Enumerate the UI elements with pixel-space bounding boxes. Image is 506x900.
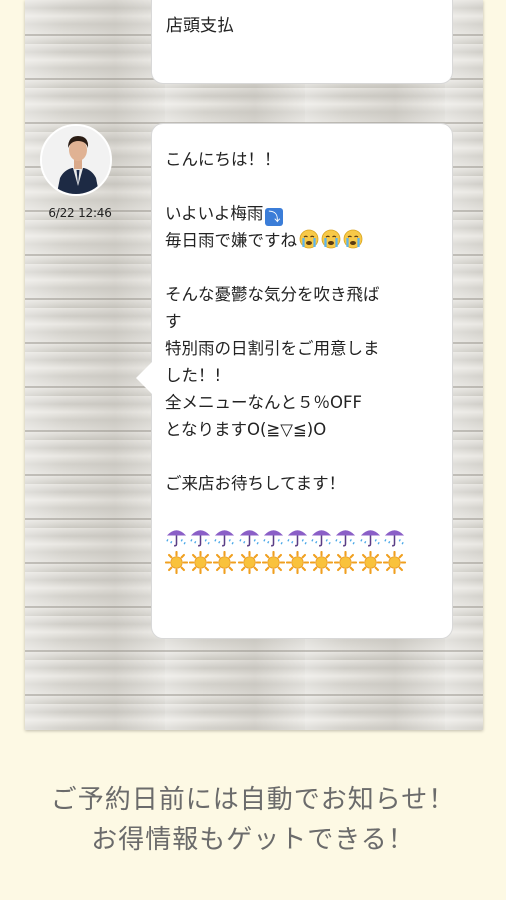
sun-icon xyxy=(285,550,310,575)
message-line-blank xyxy=(165,254,445,281)
message-timestamp: 6/22 12:46 xyxy=(48,206,112,220)
umbrella-icon xyxy=(359,530,380,547)
message-text-previous: 店頭支払 xyxy=(166,16,234,36)
sun-icon xyxy=(237,550,261,575)
sun-icon xyxy=(189,550,213,575)
crying-face-icon xyxy=(299,229,319,249)
message-line: となりますO(≧▽≦)O xyxy=(165,420,327,439)
message-line-blank xyxy=(165,173,445,200)
sun-icon xyxy=(382,550,406,575)
umbrella-icon xyxy=(287,530,308,547)
sun-icon-row xyxy=(164,550,445,576)
arrow-down-icon: ⤵ xyxy=(265,208,284,226)
sun-icon xyxy=(261,550,285,575)
crying-face-icons xyxy=(297,229,363,250)
message-line: す xyxy=(165,312,182,331)
message-bubble: こんにちは！！ いよいよ梅雨 ⤵ 毎日雨で嫌ですね そんな憂鬱な気分を吹き飛ば す… xyxy=(136,123,453,639)
sun-icon xyxy=(358,550,382,575)
crying-face-icon xyxy=(343,229,363,249)
umbrella-icon xyxy=(384,530,404,547)
umbrella-icon-row xyxy=(165,525,445,550)
umbrella-icon xyxy=(238,530,259,547)
message-line: 全メニューなんと５％OFF xyxy=(165,393,362,412)
umbrella-icon xyxy=(214,530,235,547)
message-line: 特別雨の日割引をご用意しま xyxy=(165,339,380,358)
message-line-text: 毎日雨で嫌ですね xyxy=(165,231,297,250)
umbrella-icon xyxy=(263,530,283,547)
message-line-blank xyxy=(165,497,445,524)
caption-line-1: ご予約日前には自動でお知らせ！ xyxy=(50,785,456,815)
message-bubble-previous: 店頭支払 xyxy=(151,0,453,84)
umbrella-icon xyxy=(311,530,332,547)
sun-icon xyxy=(310,550,334,575)
chat-screen: 店頭支払 6/22 12:46 こんにちは！！ いよいよ梅雨 ⤵ 毎日雨で嫌ですね… xyxy=(25,0,483,730)
umbrella-icon xyxy=(335,530,356,547)
message-line: ご来店お待ちしてます！ xyxy=(165,474,346,493)
message-line: 毎日雨で嫌ですね xyxy=(165,227,445,254)
sun-icon xyxy=(164,550,189,575)
message-line: こんにちは！！ xyxy=(165,150,281,169)
message-line: そんな憂鬱な気分を吹き飛ば xyxy=(165,285,380,304)
message-body: こんにちは！！ いよいよ梅雨 ⤵ 毎日雨で嫌ですね そんな憂鬱な気分を吹き飛ば す… xyxy=(164,146,445,576)
sun-icon xyxy=(213,550,237,575)
message-line: いよいよ梅雨 ⤵ xyxy=(165,200,445,227)
message-line: した！! xyxy=(165,366,222,385)
avatar[interactable] xyxy=(40,124,112,196)
promo-caption: ご予約日前には自動でお知らせ！ お得情報もゲットできる！ xyxy=(0,780,506,860)
crying-face-icon xyxy=(321,229,341,249)
message-line-text: いよいよ梅雨 xyxy=(165,204,264,223)
message-line-blank xyxy=(165,443,445,470)
umbrella-icon xyxy=(190,530,211,547)
person-avatar-icon xyxy=(42,126,110,194)
caption-line-2: お得情報もゲットできる！ xyxy=(91,825,415,855)
umbrella-icon xyxy=(166,530,187,547)
sun-icon xyxy=(334,550,358,575)
